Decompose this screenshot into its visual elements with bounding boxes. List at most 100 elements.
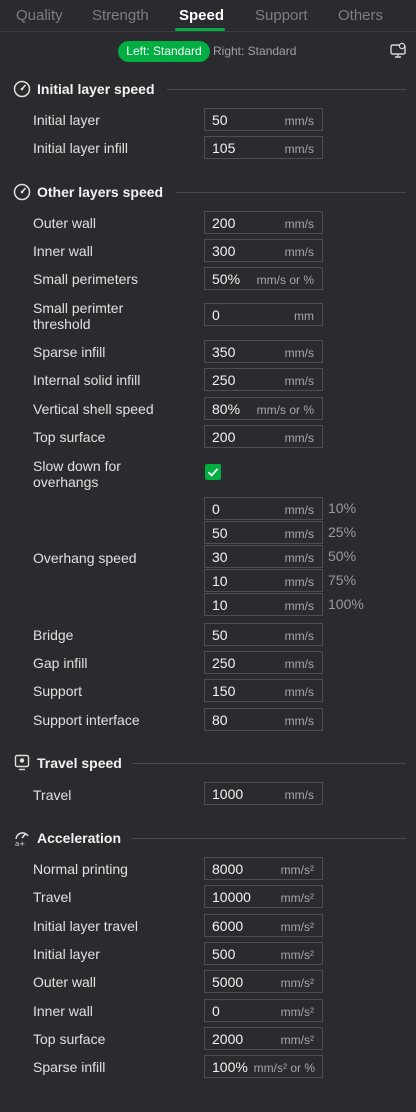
- travel-speed-icon: [14, 754, 30, 771]
- field-value: 200: [212, 215, 236, 231]
- normal-printing-acceleration-input[interactable]: 8000 mm/s²: [204, 857, 323, 880]
- field-unit: mm/s or %: [256, 273, 314, 287]
- field-value: 10: [212, 597, 228, 613]
- field-unit: mm/s: [284, 142, 314, 156]
- field-unit: mm/s²: [280, 976, 314, 990]
- label-slow-down-for-overhangs: Slow down for overhangs: [33, 458, 121, 490]
- overhang-percent-label: 50%: [328, 548, 357, 564]
- field-value: 150: [212, 683, 236, 699]
- field-unit: mm/s² or %: [253, 1061, 315, 1075]
- travel-acceleration-input[interactable]: 10000 mm/s²: [204, 885, 323, 908]
- tab-quality[interactable]: Quality: [16, 7, 63, 24]
- overhang-percent-label: 100%: [328, 596, 364, 612]
- field-unit: mm/s: [284, 245, 314, 259]
- sparse-infill-speed-input[interactable]: 350 mm/s: [204, 340, 323, 363]
- field-value: 6000: [212, 918, 244, 934]
- speedometer-icon: [13, 80, 31, 98]
- field-unit: mm/s²: [280, 1033, 314, 1047]
- field-unit: mm/s²: [280, 920, 314, 934]
- label-normal-printing: Normal printing: [33, 861, 128, 877]
- field-unit: mm/s²: [280, 948, 314, 962]
- field-value: 8000: [212, 861, 244, 877]
- field-value: 1000: [212, 786, 244, 802]
- label-vertical-shell-speed: Vertical shell speed: [33, 401, 154, 417]
- field-value: 50%: [212, 271, 241, 287]
- tab-speed[interactable]: Speed: [179, 7, 224, 24]
- svg-text:a+: a+: [15, 840, 25, 846]
- field-value: 350: [212, 344, 236, 360]
- field-value: 30: [212, 549, 228, 565]
- label-internal-solid-infill: Internal solid infill: [33, 372, 141, 388]
- section-divider: [167, 89, 406, 90]
- initial-layer-acceleration-input[interactable]: 500 mm/s²: [204, 942, 323, 965]
- inner-wall-acceleration-input[interactable]: 0 mm/s²: [204, 999, 323, 1022]
- field-unit: mm/s: [284, 599, 314, 613]
- label-line-1: Slow down for: [33, 458, 121, 474]
- gap-infill-speed-input[interactable]: 250 mm/s: [204, 651, 323, 674]
- speedometer-icon: [13, 183, 31, 201]
- field-unit: mm/s: [284, 217, 314, 231]
- vertical-shell-speed-input[interactable]: 80% mm/s or %: [204, 397, 323, 420]
- travel-speed-input[interactable]: 1000 mm/s: [204, 782, 323, 805]
- support-speed-input[interactable]: 150 mm/s: [204, 679, 323, 702]
- label-sparse-infill: Sparse infill: [33, 344, 106, 360]
- label-outer-wall: Outer wall: [33, 215, 97, 231]
- field-value: 10: [212, 573, 228, 589]
- overhang-speed-75-input[interactable]: 10 mm/s: [204, 569, 323, 592]
- overhang-speed-25-input[interactable]: 50 mm/s: [204, 521, 323, 544]
- overhang-speed-100-input[interactable]: 10 mm/s: [204, 593, 323, 616]
- label-overhang-speed: Overhang speed: [33, 550, 137, 566]
- initial-layer-speed-input[interactable]: 50 mm/s: [204, 108, 323, 131]
- field-unit: mm/s: [284, 788, 314, 802]
- field-value: 5000: [212, 974, 244, 990]
- label-inner-wall-acceleration: Inner wall: [33, 1003, 93, 1019]
- field-unit: mm/s: [284, 503, 314, 517]
- label-top-surface-acceleration: Top surface: [33, 1031, 106, 1047]
- section-title-travel-speed: Travel speed: [37, 755, 122, 771]
- extruder-right-button[interactable]: Right: Standard: [213, 44, 296, 58]
- tab-strength[interactable]: Strength: [92, 7, 149, 24]
- top-surface-acceleration-input[interactable]: 2000 mm/s²: [204, 1027, 323, 1050]
- sync-settings-icon[interactable]: [389, 42, 407, 60]
- tab-others[interactable]: Others: [338, 7, 383, 24]
- small-perimeter-threshold-input[interactable]: 0 mm: [204, 303, 323, 326]
- field-unit: mm/s: [284, 657, 314, 671]
- top-surface-speed-input[interactable]: 200 mm/s: [204, 425, 323, 448]
- internal-solid-infill-speed-input[interactable]: 250 mm/s: [204, 368, 323, 391]
- label-initial-layer-infill: Initial layer infill: [33, 140, 128, 156]
- label-initial-layer: Initial layer: [33, 112, 100, 128]
- section-title-other-layers-speed: Other layers speed: [37, 184, 164, 200]
- field-unit: mm/s: [284, 374, 314, 388]
- label-gap-infill: Gap infill: [33, 655, 88, 671]
- initial-layer-infill-speed-input[interactable]: 105 mm/s: [204, 136, 323, 159]
- overhang-speed-50-input[interactable]: 30 mm/s: [204, 545, 323, 568]
- sparse-infill-acceleration-input[interactable]: 100% mm/s² or %: [204, 1055, 323, 1078]
- overhang-speed-10-input[interactable]: 0 mm/s: [204, 497, 323, 520]
- field-value: 2000: [212, 1031, 244, 1047]
- bridge-speed-input[interactable]: 50 mm/s: [204, 623, 323, 646]
- overhang-percent-label: 10%: [328, 500, 357, 516]
- extruder-left-button[interactable]: Left: Standard: [118, 41, 210, 62]
- field-value: 10000: [212, 889, 251, 905]
- field-unit: mm/s²: [280, 863, 314, 877]
- initial-layer-travel-acceleration-input[interactable]: 6000 mm/s²: [204, 914, 323, 937]
- field-value: 500: [212, 946, 236, 962]
- support-interface-speed-input[interactable]: 80 mm/s: [204, 708, 323, 731]
- label-line-1: Small perimter: [33, 300, 124, 316]
- field-value: 0: [212, 501, 220, 517]
- label-initial-layer-acceleration: Initial layer: [33, 946, 100, 962]
- outer-wall-acceleration-input[interactable]: 5000 mm/s²: [204, 970, 323, 993]
- field-unit: mm/s: [284, 551, 314, 565]
- field-unit: mm/s: [284, 714, 314, 728]
- small-perimeters-speed-input[interactable]: 50% mm/s or %: [204, 267, 323, 290]
- label-small-perimeter-threshold: Small perimter threshold: [33, 300, 123, 332]
- field-value: 300: [212, 243, 236, 259]
- field-value: 80: [212, 712, 228, 728]
- tab-support[interactable]: Support: [255, 7, 308, 24]
- outer-wall-speed-input[interactable]: 200 mm/s: [204, 211, 323, 234]
- section-divider: [132, 763, 406, 764]
- checkmark-icon: [207, 468, 219, 477]
- slow-down-overhangs-checkbox[interactable]: [205, 464, 221, 480]
- inner-wall-speed-input[interactable]: 300 mm/s: [204, 239, 323, 262]
- active-tab-indicator: [175, 28, 225, 31]
